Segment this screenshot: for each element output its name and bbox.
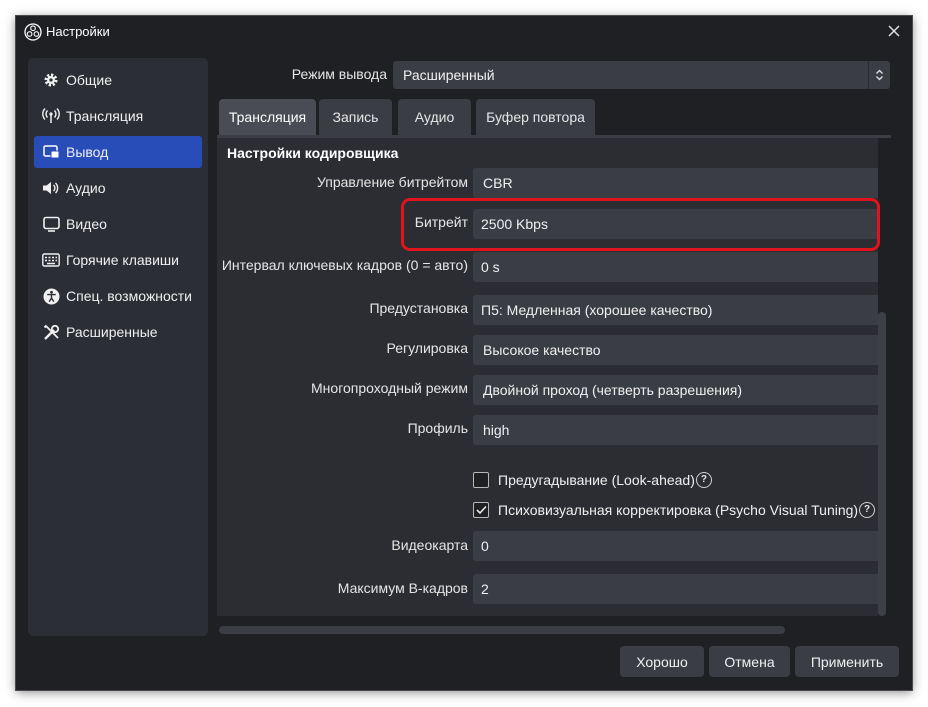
tab-stream[interactable]: Трансляция (219, 99, 316, 135)
tuning-select[interactable]: Высокое качество (473, 335, 878, 365)
updown-chevron-icon (868, 61, 890, 89)
tab-replay-buffer[interactable]: Буфер повтора (476, 99, 595, 135)
multipass-value: Двойной проход (четверть разрешения) (483, 382, 743, 398)
gpu-spinbox[interactable]: 0 (473, 531, 878, 561)
ok-button[interactable]: Хорошо (620, 646, 704, 677)
tuning-label: Регулировка (386, 340, 468, 356)
accessibility-icon (42, 287, 60, 305)
sidebar-item-label: Аудио (66, 180, 106, 196)
multipass-label: Многопроходный режим (311, 380, 468, 396)
psycho-visual-checkbox[interactable] (473, 502, 489, 518)
gpu-value: 0 (481, 538, 489, 554)
max-bframes-spinbox[interactable]: 2 (473, 574, 878, 604)
sidebar-item-label: Вывод (66, 144, 109, 160)
section-title: Настройки кодировщика (227, 145, 399, 161)
monitor-icon (42, 215, 60, 233)
lookahead-checkbox[interactable] (473, 472, 489, 488)
output-mode-select[interactable]: Расширенный (393, 61, 890, 89)
close-icon (888, 24, 900, 40)
sidebar-item-video[interactable]: Видео (34, 208, 202, 240)
sidebar-item-label: Горячие клавиши (66, 252, 179, 268)
psycho-visual-checkbox-row[interactable]: Психовизуальная корректировка (Psycho Vi… (473, 499, 876, 521)
output-monitor-icon (42, 143, 60, 161)
keyframe-interval-spinbox[interactable]: 0 s (473, 252, 878, 282)
settings-sidebar: Общие Трансляция Вывод Аудио Видео Горяч… (28, 58, 208, 636)
profile-select[interactable]: high (473, 415, 878, 445)
output-mode-value: Расширенный (403, 67, 495, 83)
bitrate-highlight-annotation (401, 198, 880, 251)
max-bframes-value: 2 (481, 581, 489, 597)
preset-label: Предустановка (369, 300, 468, 316)
max-bframes-label: Максимум B-кадров (337, 580, 468, 596)
sidebar-item-label: Общие (66, 72, 113, 88)
sidebar-item-general[interactable]: Общие (34, 64, 202, 96)
sidebar-item-label: Видео (66, 216, 107, 232)
lookahead-checkbox-row[interactable]: Предугадывание (Look-ahead) ? (473, 469, 712, 491)
multipass-select[interactable]: Двойной проход (четверть разрешения) (473, 375, 878, 405)
output-mode-label: Режим вывода (291, 66, 387, 82)
tuning-value: Высокое качество (483, 342, 601, 358)
sidebar-item-label: Спец. возможности (66, 288, 192, 304)
sidebar-item-advanced[interactable]: Расширенные (34, 316, 202, 348)
tools-icon (42, 323, 60, 341)
sidebar-item-output[interactable]: Вывод (34, 136, 202, 168)
settings-window: Настройки Общие Трансляция Вывод Аудио В… (16, 16, 912, 690)
preset-value: П5: Медленная (хорошее качество) (481, 302, 713, 318)
sidebar-item-label: Трансляция (66, 108, 144, 124)
help-icon[interactable]: ? (859, 502, 876, 518)
speaker-icon (42, 179, 60, 197)
sidebar-item-label: Расширенные (66, 324, 158, 340)
tab-audio[interactable]: Аудио (398, 99, 471, 135)
help-icon[interactable]: ? (695, 472, 712, 488)
lookahead-label: Предугадывание (Look-ahead) (498, 472, 695, 488)
broadcast-antenna-icon (42, 107, 60, 125)
close-button[interactable] (876, 16, 912, 48)
profile-value: high (483, 422, 510, 438)
checkmark-icon (475, 505, 487, 515)
cancel-button[interactable]: Отмена (709, 646, 790, 677)
obs-logo-icon (24, 23, 42, 41)
preset-select[interactable]: П5: Медленная (хорошее качество) (473, 295, 878, 325)
sidebar-item-audio[interactable]: Аудио (34, 172, 202, 204)
psycho-visual-label: Психовизуальная корректировка (Psycho Vi… (498, 502, 859, 518)
keyframe-interval-value: 0 s (481, 259, 500, 275)
gear-icon (42, 71, 60, 89)
profile-label: Профиль (407, 420, 468, 436)
gpu-label: Видеокарта (391, 537, 468, 553)
keyframe-interval-label: Интервал ключевых кадров (0 = авто) (221, 257, 468, 273)
rate-control-value: CBR (483, 175, 513, 191)
keyboard-icon (42, 251, 60, 269)
tab-recording[interactable]: Запись (319, 99, 392, 135)
horizontal-scrollbar[interactable] (219, 626, 785, 634)
apply-button[interactable]: Применить (795, 646, 899, 677)
vertical-scrollbar[interactable] (878, 312, 886, 616)
sidebar-item-accessibility[interactable]: Спец. возможности (34, 280, 202, 312)
title-bar: Настройки (16, 16, 912, 48)
sidebar-item-hotkeys[interactable]: Горячие клавиши (34, 244, 202, 276)
sidebar-item-stream[interactable]: Трансляция (34, 100, 202, 132)
rate-control-label: Управление битрейтом (316, 174, 468, 190)
window-title: Настройки (46, 24, 110, 39)
rate-control-select[interactable]: CBR (473, 168, 878, 198)
